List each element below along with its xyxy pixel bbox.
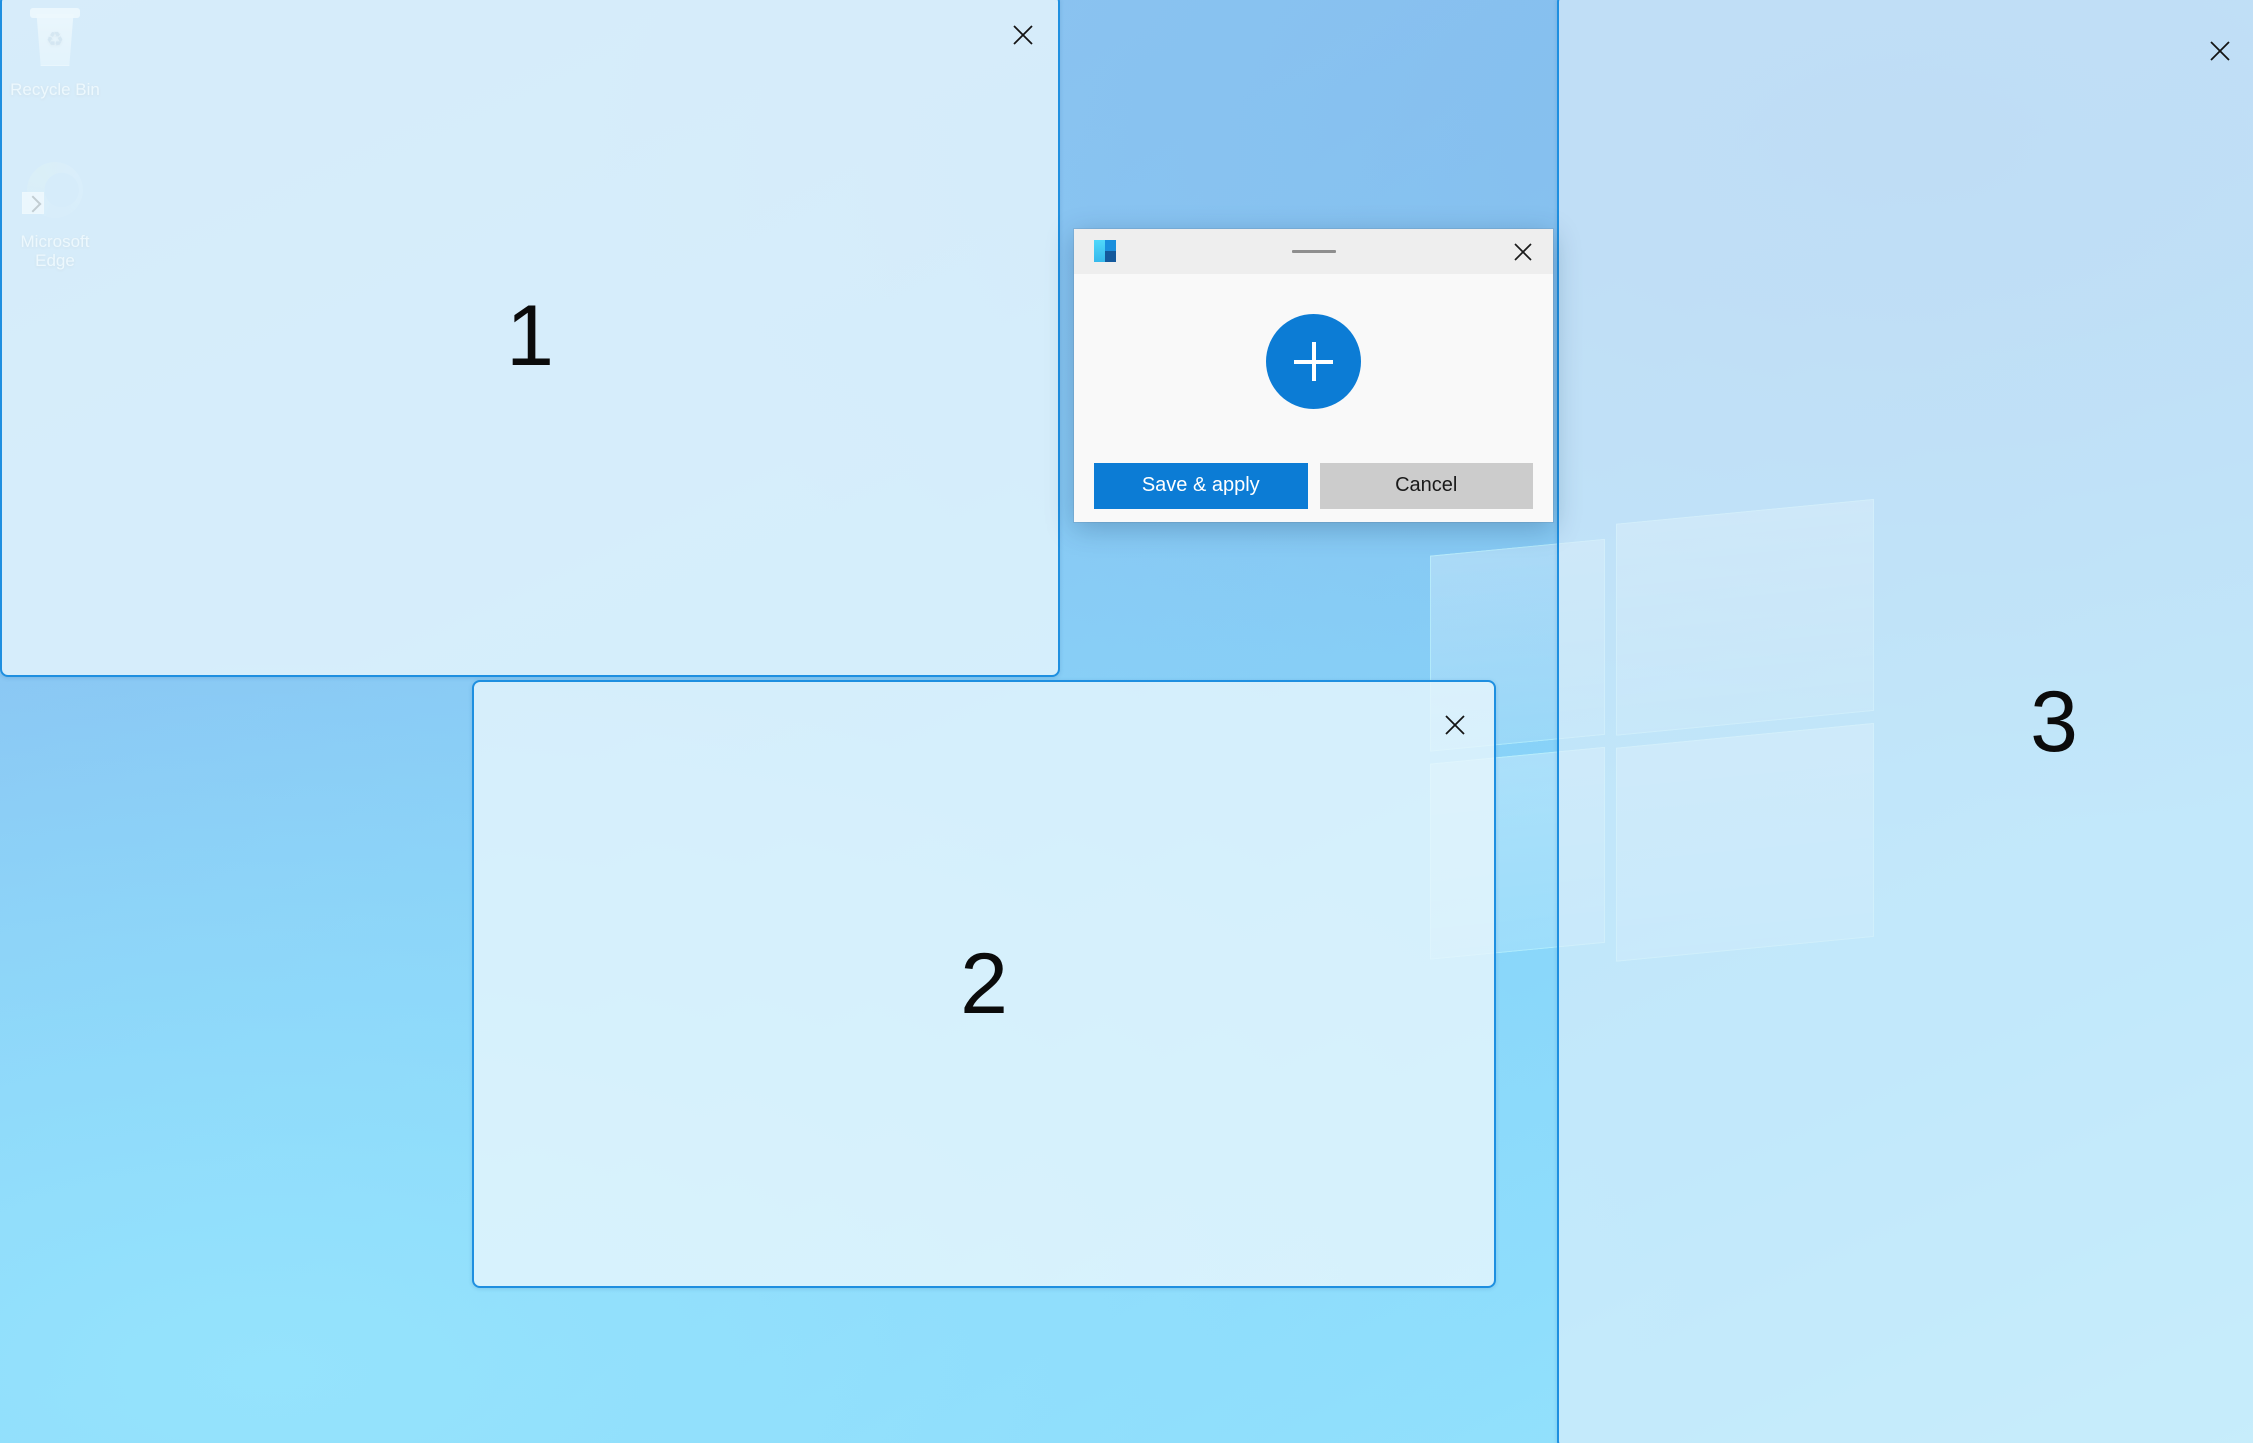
close-icon [1013,25,1033,45]
fancyzones-app-icon [1094,240,1116,262]
drag-handle[interactable] [1291,250,1336,253]
layout-zone-2[interactable]: 2 [472,680,1496,1288]
layout-zone-3[interactable]: 3 [1557,0,2253,1443]
cancel-button[interactable]: Cancel [1319,462,1533,509]
save-and-apply-button[interactable]: Save & apply [1094,462,1308,509]
close-icon [1445,715,1465,735]
dialog-footer: Save & apply Cancel [1074,449,1553,522]
zone-number: 1 [506,287,554,384]
zone-close-button[interactable] [1000,12,1046,58]
dialog-titlebar[interactable] [1074,229,1553,274]
zone-editor-dialog: Save & apply Cancel [1074,229,1553,522]
add-zone-button[interactable] [1266,314,1361,409]
zone-number: 3 [2030,673,2078,770]
zone-close-button[interactable] [2197,28,2243,74]
close-icon [2210,41,2230,61]
desktop-screen: ♻ Recycle Bin Microsoft Edge 3 1 [0,0,2253,1443]
zone-close-button[interactable] [1432,702,1478,748]
dialog-close-button[interactable] [1499,229,1547,274]
layout-zone-1[interactable]: 1 [0,0,1060,677]
zone-number: 2 [960,936,1008,1032]
dialog-body [1074,274,1553,449]
close-icon [1514,242,1532,261]
